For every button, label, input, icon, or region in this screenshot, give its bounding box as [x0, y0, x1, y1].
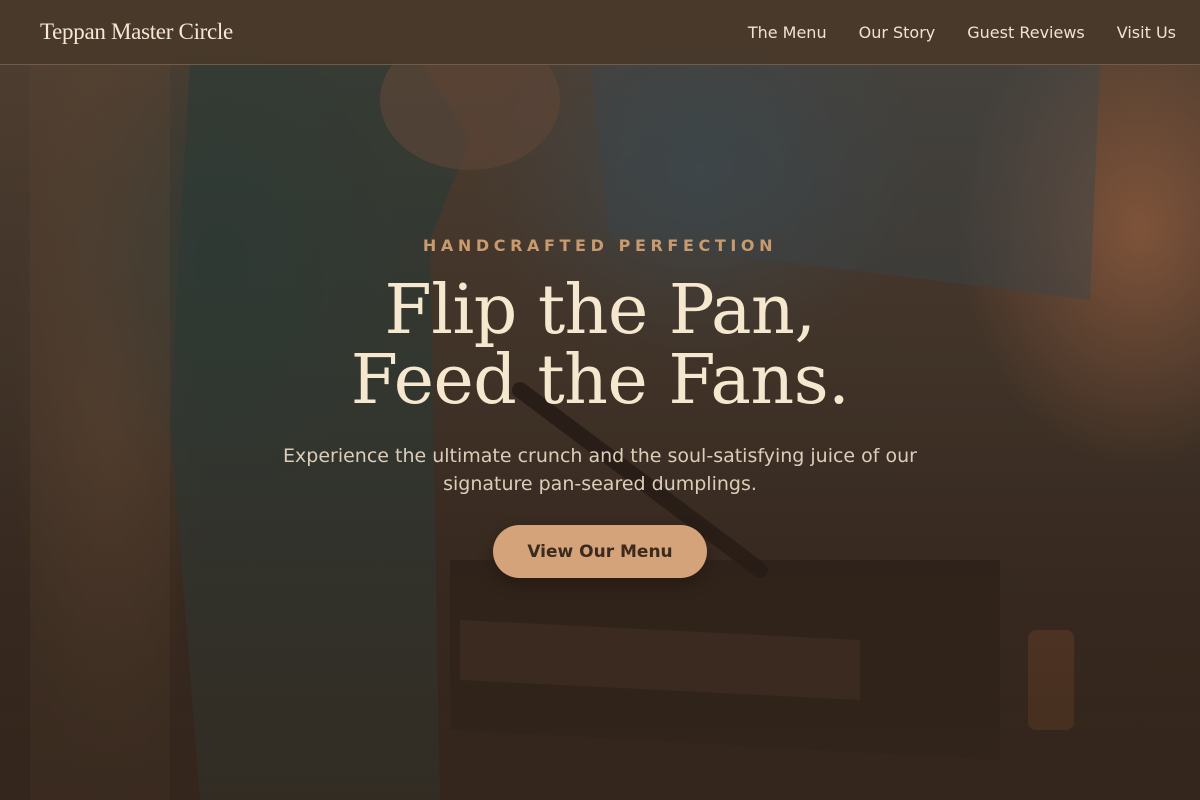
- nav-link-our-story[interactable]: Our Story: [859, 23, 936, 42]
- nav-link-guest-reviews[interactable]: Guest Reviews: [967, 23, 1085, 42]
- hero-headline-line-2: Feed the Fans.: [350, 341, 850, 420]
- hero-subtext: Experience the ultimate crunch and the s…: [283, 445, 917, 495]
- hero-headline: Flip the Pan, Feed the Fans.: [0, 276, 1200, 416]
- view-menu-button[interactable]: View Our Menu: [493, 525, 707, 578]
- nav-link-menu[interactable]: The Menu: [748, 23, 827, 42]
- nav-link-visit-us[interactable]: Visit Us: [1117, 23, 1176, 42]
- hero-headline-line-1: Flip the Pan,: [384, 271, 816, 350]
- brand-logo[interactable]: Teppan Master Circle: [40, 19, 233, 45]
- hero-eyebrow: HANDCRAFTED PERFECTION: [422, 236, 778, 255]
- main-nav: The Menu Our Story Guest Reviews Visit U…: [748, 23, 1176, 42]
- top-navbar: Teppan Master Circle The Menu Our Story …: [0, 0, 1200, 65]
